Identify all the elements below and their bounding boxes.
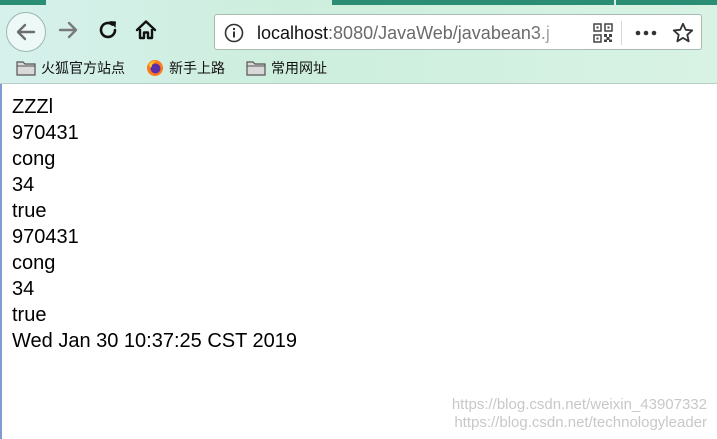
- bookmark-item-common-sites[interactable]: 常用网址: [246, 57, 327, 79]
- folder-icon: [246, 61, 266, 76]
- bookmark-label: 常用网址: [271, 60, 327, 76]
- url-path: :8080/JavaWeb/javabean3.j: [328, 23, 550, 43]
- url-text[interactable]: localhost:8080/JavaWeb/javabean3.j: [257, 22, 557, 44]
- reload-button[interactable]: [92, 14, 124, 46]
- navigation-toolbar: localhost:8080/JavaWeb/javabean3.j: [0, 5, 717, 53]
- output-line: cong: [12, 148, 56, 170]
- firefox-icon: [147, 60, 163, 76]
- watermark-line: https://blog.csdn.net/weixin_43907332: [451, 396, 707, 413]
- output-line: ZZZl: [12, 96, 54, 118]
- bookmarks-toolbar: 火狐官方站点 新手上路 常用网址: [0, 55, 717, 81]
- browser-chrome: localhost:8080/JavaWeb/javabean3.j 火狐官方站…: [0, 0, 717, 84]
- output-line: 34: [12, 174, 35, 196]
- url-separator: [621, 21, 622, 45]
- output-line: Wed Jan 30 10:37:25 CST 2019: [12, 330, 298, 352]
- info-icon[interactable]: [223, 22, 245, 44]
- bookmark-label: 新手上路: [169, 60, 225, 76]
- bookmark-label: 火狐官方站点: [41, 60, 125, 76]
- output-lines: ZZZl 970431 cong 34 true 970431 cong 34 …: [12, 94, 297, 354]
- watermark: https://blog.csdn.net/weixin_43907332 ht…: [407, 396, 707, 432]
- reload-icon: [99, 21, 117, 39]
- url-host: localhost: [257, 23, 329, 43]
- output-line: 970431: [12, 122, 79, 144]
- folder-icon: [16, 61, 36, 76]
- back-arrow-icon: [16, 23, 36, 41]
- watermark-line: https://blog.csdn.net/technologyleader: [454, 414, 707, 431]
- output-line: cong: [12, 252, 56, 274]
- bookmark-star-icon[interactable]: [671, 21, 695, 45]
- output-line: 34: [12, 278, 35, 300]
- qr-code-icon[interactable]: [593, 23, 613, 43]
- bookmark-item-firefox-official[interactable]: 火狐官方站点: [16, 57, 125, 79]
- back-button[interactable]: [6, 12, 46, 52]
- url-fade: [535, 17, 567, 47]
- output-line: 970431: [12, 226, 79, 248]
- output-line: true: [12, 200, 47, 222]
- forward-button[interactable]: [52, 14, 84, 46]
- page-content: ZZZl 970431 cong 34 true 970431 cong 34 …: [0, 84, 717, 439]
- bookmark-item-getting-started[interactable]: 新手上路: [146, 57, 225, 79]
- more-actions-icon[interactable]: [633, 23, 659, 43]
- output-line: true: [12, 304, 47, 326]
- home-icon: [135, 20, 157, 40]
- home-button[interactable]: [130, 14, 162, 46]
- forward-arrow-icon: [58, 21, 78, 39]
- address-bar[interactable]: localhost:8080/JavaWeb/javabean3.j: [214, 14, 702, 50]
